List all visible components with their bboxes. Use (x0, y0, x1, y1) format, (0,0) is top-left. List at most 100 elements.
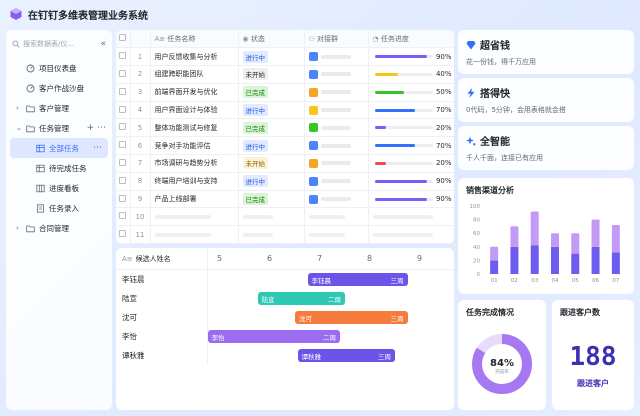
task-name-cell[interactable]: 产品上线部署 (150, 190, 239, 209)
gantt-bar[interactable]: 李怡 二周 (207, 330, 340, 343)
column-header-task-name[interactable]: A≡ 任务名称 (150, 30, 239, 49)
candidate-name[interactable]: 李怡 (116, 327, 208, 346)
table-row[interactable]: 5 整体功能测试与修复 已完成 20% (116, 118, 454, 138)
status-cell[interactable]: 未开始 (238, 65, 305, 84)
progress-cell[interactable]: 40% (368, 65, 454, 84)
empty-cell[interactable] (238, 207, 305, 227)
gantt-name-column-header[interactable]: A≡ 候选人姓名 (116, 248, 208, 270)
progress-cell[interactable]: 50% (368, 83, 454, 102)
task-name-cell[interactable]: 前端界面开发与优化 (150, 83, 239, 102)
row-checkbox[interactable] (116, 47, 131, 67)
table-row[interactable]: 3 前端界面开发与优化 已完成 50% (116, 83, 454, 102)
status-cell[interactable]: 已完成 (238, 83, 305, 102)
bar-series-2[interactable] (591, 219, 600, 247)
progress-cell[interactable]: 20% (368, 154, 454, 173)
task-name-cell[interactable]: 终端用户培训与支持 (150, 172, 239, 191)
progress-cell[interactable]: 70% (368, 136, 454, 156)
table-row[interactable]: 6 竞争对手功能评估 进行中 70% (116, 136, 454, 156)
empty-cell[interactable] (368, 225, 454, 244)
select-all-checkbox[interactable] (116, 30, 131, 49)
row-checkbox[interactable] (116, 190, 131, 209)
group-cell[interactable] (304, 154, 369, 173)
sidebar-search[interactable]: 搜索数据表/仪... « (12, 36, 106, 52)
table-row[interactable]: 7 市场调研与趋势分析 未开始 20% (116, 154, 454, 173)
empty-cell[interactable] (304, 207, 369, 227)
empty-table-row[interactable]: 11 (116, 225, 454, 244)
sidebar-item-all-tasks[interactable]: 全部任务 ⋯ (10, 138, 108, 158)
progress-cell[interactable]: 70% (368, 101, 454, 120)
progress-cell[interactable]: 90% (368, 190, 454, 209)
bar-series-1[interactable] (530, 245, 539, 274)
row-checkbox[interactable] (116, 172, 131, 191)
task-name-cell[interactable]: 组建跨职能团队 (150, 65, 239, 84)
sidebar-item-progress-board[interactable]: 进度看板 (6, 178, 112, 198)
group-cell[interactable] (304, 190, 369, 209)
table-row[interactable]: 1 用户反馈收集与分析 进行中 90% (116, 47, 454, 67)
task-name-cell[interactable]: 用户界面设计与体验 (150, 101, 239, 120)
bar-series-1[interactable] (551, 246, 559, 274)
chevron-right-icon[interactable]: › (16, 224, 22, 232)
progress-cell[interactable]: 90% (368, 172, 454, 191)
bar-series-2[interactable] (490, 246, 499, 261)
task-name-cell[interactable]: 市场调研与趋势分析 (150, 154, 239, 173)
sidebar-item-project-dashboard[interactable]: 项目仪表盘 (6, 58, 112, 78)
sidebar-item-customer-mgmt[interactable]: › 客户管理 (6, 98, 112, 118)
empty-table-row[interactable]: 10 (116, 207, 454, 227)
sidebar-item-task-entry[interactable]: 任务录入 (6, 198, 112, 218)
gantt-bar[interactable]: 沈可 三周 (295, 311, 408, 324)
table-row[interactable]: 9 产品上线部署 已完成 90% (116, 190, 454, 209)
sidebar-item-customer-sandbox[interactable]: 客户作战沙盘 (6, 78, 112, 98)
status-cell[interactable]: 进行中 (238, 172, 305, 191)
bar-series-1[interactable] (571, 253, 580, 274)
group-cell[interactable] (304, 136, 369, 156)
column-header-status[interactable]: ◉ 状态 (238, 30, 305, 49)
row-checkbox[interactable] (116, 118, 131, 138)
status-cell[interactable]: 已完成 (238, 190, 305, 209)
chevron-down-icon[interactable]: ⌄ (16, 124, 22, 132)
task-name-cell[interactable]: 用户反馈收集与分析 (150, 47, 239, 67)
bar-series-2[interactable] (551, 233, 559, 247)
column-header-progress[interactable]: ◔ 任务进度 (368, 30, 454, 49)
chevron-right-icon[interactable]: › (16, 104, 22, 112)
gantt-bar[interactable]: 李钰晨 三周 (307, 273, 408, 286)
row-checkbox[interactable] (116, 101, 131, 120)
more-icon[interactable]: ⋯ (93, 143, 102, 153)
empty-cell[interactable] (304, 225, 369, 244)
bar-series-2[interactable] (510, 226, 519, 247)
column-header-group[interactable]: ⚇ 对接群 (304, 30, 369, 49)
sidebar-item-contract-mgmt[interactable]: › 合同管理 (6, 218, 112, 238)
bar-series-1[interactable] (510, 246, 519, 274)
bar-series-2[interactable] (611, 225, 620, 253)
table-row[interactable]: 8 终端用户培训与支持 进行中 90% (116, 172, 454, 191)
group-cell[interactable] (304, 101, 369, 120)
group-cell[interactable] (304, 47, 369, 67)
row-checkbox[interactable] (116, 65, 131, 84)
sidebar-item-task-mgmt[interactable]: ⌄ 任务管理 + ⋯ (6, 118, 112, 138)
candidate-name[interactable]: 沈可 (116, 308, 208, 327)
more-icon[interactable]: ⋯ (97, 123, 106, 133)
collapse-sidebar-icon[interactable]: « (100, 39, 106, 49)
group-cell[interactable] (304, 172, 369, 191)
sidebar-item-pending-tasks[interactable]: 待完成任务 (6, 158, 112, 178)
task-name-cell[interactable]: 竞争对手功能评估 (150, 136, 239, 156)
row-checkbox[interactable] (116, 83, 131, 102)
search-placeholder[interactable]: 搜索数据表/仪... (23, 39, 97, 49)
progress-cell[interactable]: 20% (368, 118, 454, 138)
row-checkbox[interactable] (116, 136, 131, 156)
row-checkbox[interactable] (116, 207, 131, 227)
candidate-name[interactable]: 谭秋雅 (116, 346, 208, 365)
bar-series-1[interactable] (490, 260, 499, 274)
candidate-name[interactable]: 李钰晨 (116, 270, 208, 289)
bar-series-2[interactable] (530, 211, 539, 246)
gantt-bar[interactable]: 谭秋雅 三周 (297, 349, 395, 362)
table-row[interactable]: 2 组建跨职能团队 未开始 40% (116, 65, 454, 84)
progress-cell[interactable]: 90% (368, 47, 454, 67)
bar-series-2[interactable] (571, 233, 580, 254)
gantt-bar[interactable]: 陆宣 二周 (257, 292, 345, 305)
empty-cell[interactable] (368, 207, 454, 227)
row-checkbox[interactable] (116, 154, 131, 173)
group-cell[interactable] (304, 118, 369, 138)
candidate-name[interactable]: 陆宣 (116, 289, 208, 308)
add-icon[interactable]: + (87, 123, 95, 133)
bar-series-1[interactable] (611, 252, 620, 274)
